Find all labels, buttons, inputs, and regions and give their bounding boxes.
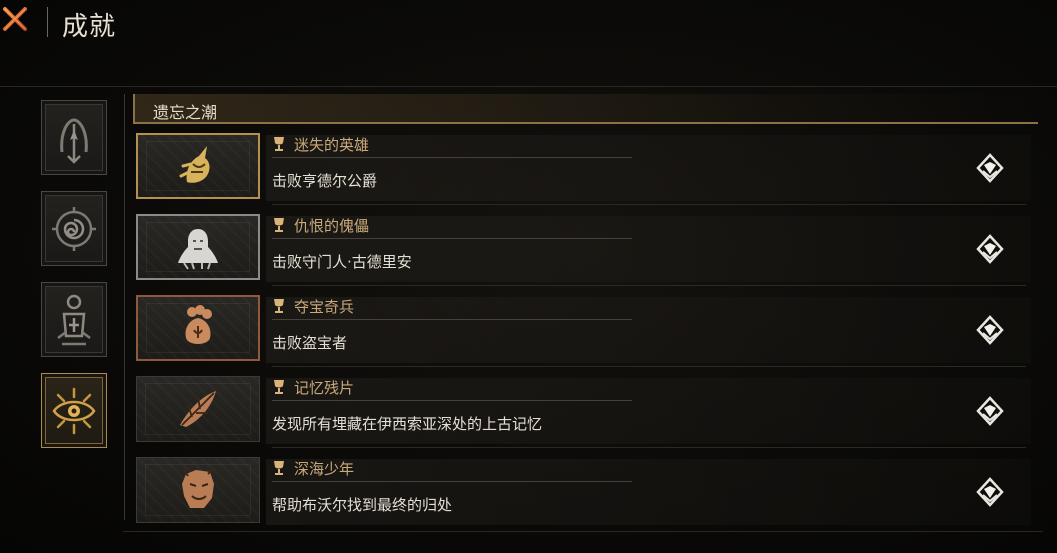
achievement-title: 记忆残片 (272, 376, 632, 401)
page-title: 成就 (62, 12, 117, 42)
close-icon (3, 7, 27, 31)
row-divider (272, 285, 1026, 286)
achievement-thumbnail (136, 214, 260, 280)
achievement-title: 夺宝奇兵 (272, 295, 632, 320)
section-title: 遗忘之潮 (153, 103, 218, 122)
achievement-thumbnail (136, 457, 260, 523)
header-rule (0, 86, 1057, 87)
achievement-panel: 遗忘之潮 迷失的英雄 击败亨德尔公爵 仇恨的傀儡 击败守门人·古德里安 夺宝奇兵… (123, 90, 1043, 532)
row-divider (272, 447, 1026, 448)
achievement-row[interactable]: 夺宝奇兵 击败盗宝者 (136, 295, 1031, 367)
category-tab-1[interactable] (41, 100, 107, 175)
unlocked-sigil-icon (976, 234, 1004, 264)
achievement-description: 帮助布沃尔找到最终的归处 (272, 496, 453, 514)
panel-border (124, 94, 125, 520)
category-tab-2[interactable] (41, 191, 107, 266)
achievement-description: 击败亨德尔公爵 (272, 172, 378, 190)
achievement-description: 击败守门人·古德里安 (272, 253, 412, 271)
leaf-shard-icon (180, 391, 216, 427)
category-tab-4[interactable] (41, 373, 107, 448)
arch-emblem-icon (60, 117, 88, 164)
achievement-title: 迷失的英雄 (272, 133, 632, 158)
achievement-row[interactable]: 深海少年 帮助布沃尔找到最终的归处 (136, 457, 1031, 527)
panel-bottom-border (123, 531, 1043, 532)
trophy-icon (274, 380, 284, 394)
achievement-name: 深海少年 (294, 460, 355, 478)
achievement-name: 迷失的英雄 (294, 136, 370, 154)
achievement-title: 仇恨的傀儡 (272, 214, 632, 239)
unicorn-crest-icon (179, 146, 210, 183)
achievement-row[interactable]: 记忆残片 发现所有埋藏在伊西索亚深处的上古记忆 (136, 376, 1031, 448)
trophy-icon (274, 137, 284, 151)
achievement-description: 发现所有埋藏在伊西索亚深处的上古记忆 (272, 415, 543, 433)
row-divider (272, 366, 1026, 367)
achievement-name: 仇恨的傀儡 (294, 217, 370, 235)
achievement-thumbnail (136, 295, 260, 361)
achievement-name: 夺宝奇兵 (294, 298, 355, 316)
achievement-row[interactable]: 仇恨的傀儡 击败守门人·古德里安 (136, 214, 1031, 286)
unlocked-sigil-icon (976, 153, 1004, 183)
unlocked-sigil-icon (976, 315, 1004, 345)
beast-head-icon (182, 467, 215, 508)
achievement-name: 记忆残片 (294, 379, 355, 397)
category-tab-3[interactable] (41, 282, 107, 357)
spiral-rune-icon (52, 206, 96, 251)
unlocked-sigil-icon (976, 396, 1004, 426)
achievement-title: 深海少年 (272, 457, 632, 482)
section-header: 遗忘之潮 (133, 94, 1038, 124)
lantern-rune-icon (57, 294, 91, 345)
hooded-figure-icon (178, 229, 218, 270)
eye-sigil-icon (52, 387, 96, 434)
treasure-pouch-icon (185, 305, 212, 344)
trophy-icon (274, 299, 284, 313)
header-divider (47, 7, 48, 37)
row-divider (272, 204, 1026, 205)
close-button[interactable] (0, 4, 30, 34)
achievement-description: 击败盗宝者 (272, 334, 348, 352)
trophy-icon (274, 461, 284, 475)
unlocked-sigil-icon (976, 477, 1004, 507)
achievement-row[interactable]: 迷失的英雄 击败亨德尔公爵 (136, 133, 1031, 205)
trophy-icon (274, 218, 284, 232)
achievement-thumbnail (136, 133, 260, 199)
achievement-thumbnail (136, 376, 260, 442)
